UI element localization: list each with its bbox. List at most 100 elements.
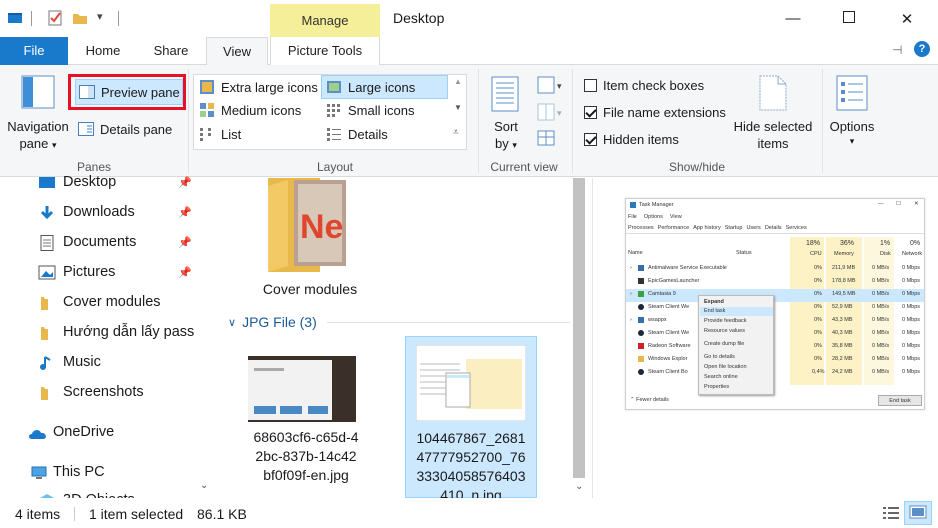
details-pane-button[interactable]: Details pane [74, 118, 176, 140]
tm-titlebar: Task Manager [630, 202, 674, 208]
file-name-extensions-checkbox[interactable] [584, 105, 597, 119]
layout-gallery-scroller[interactable]: ▲ ▼ ⩡ [451, 75, 465, 149]
nav-item-music[interactable]: Music [0, 348, 196, 378]
tab-view[interactable]: View [206, 37, 268, 66]
tm-menu-item: Open file location [704, 364, 747, 370]
nav-item-cover-modules[interactable]: Cover modules [0, 288, 196, 318]
scroll-up-icon[interactable]: ▲ [454, 77, 462, 86]
tm-tab: Startup [724, 225, 743, 231]
file-name-extensions-toggle[interactable]: File name extensions [580, 101, 730, 123]
file-name-line: 33304058576403 [416, 468, 526, 484]
hide-selected-items-label-2: items [757, 136, 789, 151]
hide-selected-items-button[interactable]: Hide selected items [730, 73, 816, 157]
sort-by-button[interactable]: Sort by ▾ [486, 73, 526, 157]
nav-item-huong-dan[interactable]: Hướng dẫn lấy pass [0, 318, 196, 348]
pin-icon[interactable]: 📌 [178, 236, 192, 249]
size-columns-icon[interactable] [537, 129, 557, 150]
medium-icons-label: Medium icons [221, 102, 302, 118]
tm-net-label: Network [902, 251, 923, 257]
status-item-count: 4 items [15, 506, 61, 522]
tm-menu-item: Search online [704, 374, 738, 380]
pin-ribbon-icon[interactable]: ⊣ [892, 43, 902, 57]
folder-tile-cover-modules[interactable]: Ne Cover modules [254, 178, 364, 302]
help-icon[interactable]: ? [914, 41, 930, 57]
file-tile-104467867-selected[interactable]: 104467867_2681 47777952700_76 3330405857… [405, 336, 537, 498]
nav-item-downloads[interactable]: Downloads 📌 [0, 198, 196, 228]
scroll-down-icon[interactable]: ▼ [454, 103, 462, 112]
add-columns-icon[interactable]: ▾ [537, 103, 565, 124]
manage-context-tab[interactable]: Manage [270, 4, 380, 37]
options-button[interactable]: Options ▾ [826, 73, 878, 157]
item-check-boxes-toggle[interactable]: Item check boxes [580, 74, 708, 96]
nav-item-this-pc[interactable]: This PC [0, 458, 196, 488]
tab-share[interactable]: Share [140, 37, 202, 65]
details-view-icon [326, 126, 342, 142]
nav-item-desktop[interactable]: Desktop 📌 [0, 168, 196, 198]
maximize-icon [843, 10, 855, 27]
scroll-down-icon[interactable]: ⌄ [575, 481, 583, 492]
more-layouts-icon[interactable]: ⩡ [453, 127, 459, 138]
minimize-button[interactable]: — [770, 0, 816, 37]
nav-item-pictures[interactable]: Pictures 📌 [0, 258, 196, 288]
file-tile-68603cf6[interactable]: 68603cf6-c65d-4 2bc-837b-14c42 bf0f09f-e… [238, 336, 374, 498]
maximize-button[interactable] [826, 0, 872, 37]
pictures-icon [38, 265, 56, 281]
tm-mem-label: Memory [834, 251, 854, 257]
scroll-down-icon[interactable]: ⌄ [200, 480, 208, 491]
list-icon [199, 126, 215, 142]
tm-row: Windows Explor 0% 28,2 MB 0 MB/s 0 Mbps [626, 354, 924, 367]
tm-menu-item: View [669, 214, 682, 220]
tm-net-pct: 0% [910, 240, 921, 247]
hidden-items-checkbox[interactable] [584, 132, 597, 146]
list-label: List [221, 126, 242, 142]
navigation-pane-button[interactable]: Navigation pane ▾ [6, 73, 70, 155]
tab-picture-tools[interactable]: Picture Tools [270, 37, 380, 65]
explorer-window-icon[interactable] [7, 10, 23, 26]
small-icons-option[interactable]: Small icons [322, 99, 418, 121]
group-divider [326, 321, 578, 323]
file-list[interactable]: Ne Cover modules ∨ JPG File (3) 68603cf6… [214, 178, 588, 498]
preview-pane-button[interactable]: Preview pane [75, 79, 183, 105]
properties-icon[interactable] [47, 10, 63, 26]
pin-icon[interactable]: 📌 [178, 176, 192, 189]
new-folder-icon[interactable] [72, 10, 88, 26]
close-button[interactable]: ✕ [884, 0, 930, 37]
extra-large-icons-option[interactable]: Extra large icons [195, 76, 322, 98]
list-option[interactable]: List [195, 123, 245, 145]
details-view-toggle-icon[interactable] [882, 505, 900, 524]
minimize-icon: — [785, 10, 801, 27]
large-icons-view-toggle[interactable] [904, 501, 932, 525]
item-check-boxes-checkbox[interactable] [584, 78, 597, 92]
group-by-icon[interactable]: ▾ [537, 76, 565, 97]
collapse-chevron-icon[interactable]: ∨ [228, 316, 236, 329]
sort-by-label: Sort [494, 119, 518, 134]
pin-icon[interactable]: 📌 [178, 266, 192, 279]
tm-tab: Users [746, 225, 761, 231]
nav-scrollbar[interactable]: ⌄ [196, 178, 214, 498]
status-divider [74, 507, 75, 521]
nav-item-screenshots[interactable]: Screenshots [0, 378, 196, 408]
pin-icon[interactable]: 📌 [178, 206, 192, 219]
tm-menubar: File Options View [628, 214, 682, 220]
details-option[interactable]: Details [322, 123, 392, 145]
nav-item-documents[interactable]: Documents 📌 [0, 228, 196, 258]
tm-menu-item: Options [643, 214, 663, 220]
tab-home[interactable]: Home [74, 37, 132, 65]
hide-selected-items-icon [757, 74, 789, 115]
tm-minimize-icon: — [878, 201, 884, 207]
folder-icon [38, 325, 56, 341]
group-header-jpg[interactable]: ∨ JPG File (3) [228, 312, 578, 332]
hidden-items-toggle[interactable]: Hidden items [580, 128, 683, 150]
nav-item-onedrive[interactable]: OneDrive [0, 418, 196, 448]
file-name-line: 68603cf6-c65d-4 [253, 429, 359, 445]
tab-file[interactable]: File [0, 37, 68, 65]
navigation-pane[interactable]: Desktop 📌 Downloads 📌 Documents 📌 Pictur… [0, 174, 214, 508]
large-icons-option[interactable]: Large icons [321, 75, 448, 99]
tm-close-icon: ✕ [914, 201, 919, 207]
medium-icons-option[interactable]: Medium icons [195, 99, 305, 121]
customize-quick-access-icon[interactable]: ▾ [97, 10, 103, 23]
details-pane-icon [78, 121, 94, 137]
content-scrollbar-thumb[interactable] [573, 178, 585, 478]
tm-app-icon [630, 202, 636, 208]
nav-item-label: Pictures [63, 264, 116, 280]
